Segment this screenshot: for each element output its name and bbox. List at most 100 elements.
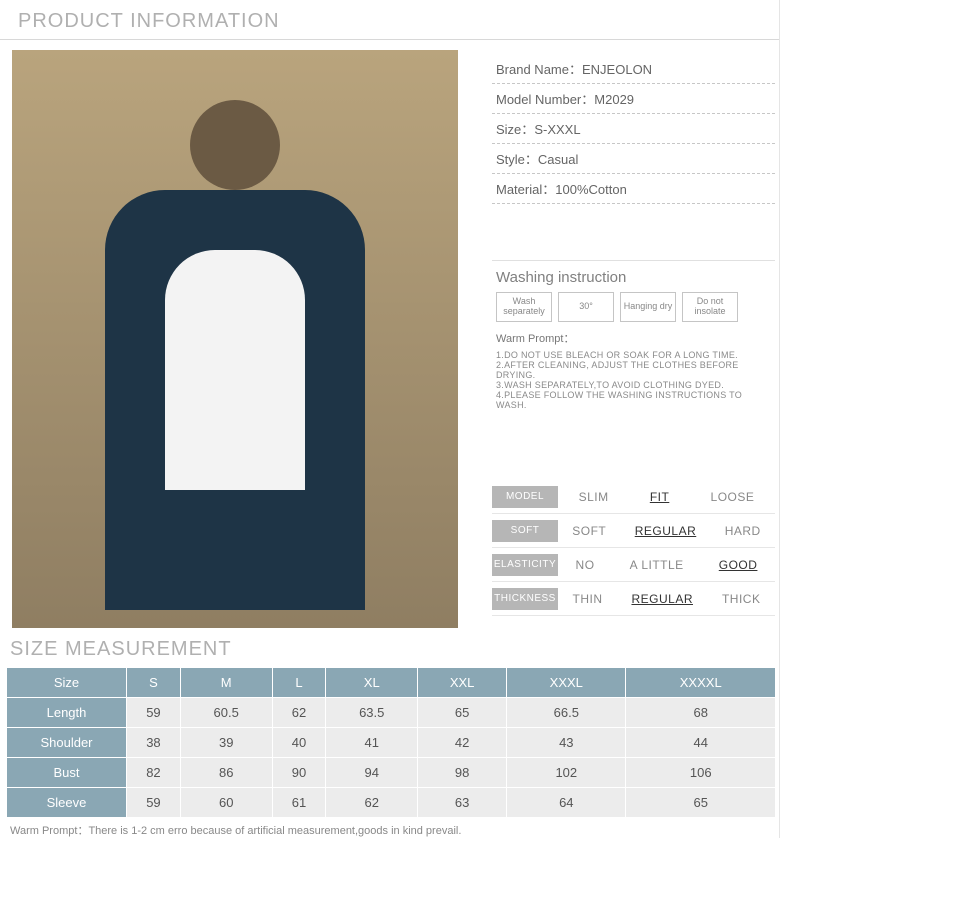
attr-option: LOOSE: [711, 490, 755, 504]
attr-option: NO: [576, 558, 595, 572]
wash-box: Wash separately: [496, 292, 552, 322]
spec-style: StyleCasual: [492, 144, 775, 174]
washing-title: Washing instruction: [492, 269, 775, 286]
size-cell: 43: [507, 728, 626, 758]
size-cell: 90: [272, 758, 326, 788]
attr-option: A LITTLE: [630, 558, 684, 572]
size-col-header: S: [127, 668, 181, 698]
spec-label: Size: [496, 122, 534, 137]
section-title-product-info: PRODUCT INFORMATION: [0, 0, 779, 40]
size-cell: 63.5: [326, 698, 418, 728]
size-col-header: M: [180, 668, 272, 698]
warm-prompt-label: Warm Prompt：: [496, 330, 775, 346]
table-row: Sleeve59606162636465: [7, 788, 776, 818]
prompt-text: There is 1-2 cm erro because of artifici…: [88, 825, 461, 837]
size-col-header: Size: [7, 668, 127, 698]
attr-options: NO A LITTLE GOOD: [558, 558, 775, 572]
attr-row: SOFT SOFT REGULAR HARD: [492, 514, 775, 548]
spec-size: SizeS-XXXL: [492, 114, 775, 144]
size-cell: 98: [418, 758, 507, 788]
spec-label: Style: [496, 152, 538, 167]
spec-label: Brand Name: [496, 62, 582, 77]
wash-box: Hanging dry: [620, 292, 676, 322]
size-cell: 82: [127, 758, 181, 788]
washing-boxes: Wash separately 30° Hanging dry Do not i…: [492, 292, 775, 322]
washing-rule: 4.PLEASE FOLLOW THE WASHING INSTRUCTIONS…: [496, 390, 775, 410]
size-table: SizeSMLXLXXLXXXLXXXXL Length5960.56263.5…: [6, 667, 776, 818]
attr-row: MODEL SLIM FIT LOOSE: [492, 480, 775, 514]
size-cell: 61: [272, 788, 326, 818]
spec-value: S-XXXL: [534, 122, 580, 137]
size-cell: 62: [272, 698, 326, 728]
size-cell: 65: [626, 788, 776, 818]
washing-rule: 1.DO NOT USE BLEACH OR SOAK FOR A LONG T…: [496, 350, 775, 360]
product-hero-image: [12, 50, 458, 628]
section-title-size: SIZE MEASUREMENT: [10, 638, 779, 661]
size-cell: 59: [127, 698, 181, 728]
size-cell: 106: [626, 758, 776, 788]
size-row-header: Bust: [7, 758, 127, 788]
size-cell: 39: [180, 728, 272, 758]
attribute-sliders: MODEL SLIM FIT LOOSE SOFT SOFT REGULAR HARD ELAS…: [492, 480, 775, 616]
spec-brand: Brand NameENJEOLON: [492, 54, 775, 84]
washing-instruction-panel: Washing instruction Wash separately 30° …: [492, 260, 775, 410]
size-cell: 44: [626, 728, 776, 758]
size-col-header: XXXXL: [626, 668, 776, 698]
size-col-header: XXXL: [507, 668, 626, 698]
attr-options: THIN REGULAR THICK: [558, 592, 775, 606]
attr-option: SOFT: [572, 524, 606, 538]
size-cell: 40: [272, 728, 326, 758]
attr-option: THICK: [722, 592, 761, 606]
attr-row: ELASTICITY NO A LITTLE GOOD: [492, 548, 775, 582]
size-row-header: Shoulder: [7, 728, 127, 758]
spec-value: M2029: [594, 92, 634, 107]
size-cell: 65: [418, 698, 507, 728]
washing-rule: 3.WASH SEPARATELY,TO AVOID CLOTHING DYED…: [496, 380, 775, 390]
spec-value: 100%Cotton: [555, 182, 627, 197]
washing-rules: 1.DO NOT USE BLEACH OR SOAK FOR A LONG T…: [492, 350, 775, 410]
size-cell: 38: [127, 728, 181, 758]
size-cell: 63: [418, 788, 507, 818]
attr-label: MODEL: [492, 486, 558, 508]
table-row: Length5960.56263.56566.568: [7, 698, 776, 728]
attr-option: REGULAR: [631, 592, 693, 606]
attr-options: SOFT REGULAR HARD: [558, 524, 775, 538]
attr-option: HARD: [725, 524, 761, 538]
attr-row: THICKNESS THIN REGULAR THICK: [492, 582, 775, 616]
attr-label: THICKNESS: [492, 588, 558, 610]
size-warm-prompt: Warm PromptThere is 1-2 cm erro because …: [10, 822, 779, 838]
spec-label: Model Number: [496, 92, 594, 107]
attr-label: SOFT: [492, 520, 558, 542]
size-row-header: Length: [7, 698, 127, 728]
spec-value: ENJEOLON: [582, 62, 652, 77]
wash-box: Do not insolate: [682, 292, 738, 322]
size-cell: 62: [326, 788, 418, 818]
attr-option: FIT: [650, 490, 670, 504]
size-cell: 60: [180, 788, 272, 818]
size-col-header: XL: [326, 668, 418, 698]
size-cell: 102: [507, 758, 626, 788]
attr-option: THIN: [572, 592, 602, 606]
size-cell: 64: [507, 788, 626, 818]
attr-option: GOOD: [719, 558, 758, 572]
size-cell: 66.5: [507, 698, 626, 728]
wash-box: 30°: [558, 292, 614, 322]
prompt-label: Warm Prompt: [10, 825, 88, 837]
size-col-header: L: [272, 668, 326, 698]
attr-option: REGULAR: [635, 524, 697, 538]
size-cell: 68: [626, 698, 776, 728]
attr-option: SLIM: [579, 490, 609, 504]
size-cell: 41: [326, 728, 418, 758]
attr-label: ELASTICITY: [492, 554, 558, 576]
size-cell: 60.5: [180, 698, 272, 728]
table-row: Shoulder38394041424344: [7, 728, 776, 758]
spec-value: Casual: [538, 152, 578, 167]
spec-label: Material: [496, 182, 555, 197]
size-cell: 94: [326, 758, 418, 788]
spec-model: Model NumberM2029: [492, 84, 775, 114]
size-col-header: XXL: [418, 668, 507, 698]
size-cell: 42: [418, 728, 507, 758]
table-row: Bust8286909498102106: [7, 758, 776, 788]
spec-material: Material100%Cotton: [492, 174, 775, 204]
size-row-header: Sleeve: [7, 788, 127, 818]
